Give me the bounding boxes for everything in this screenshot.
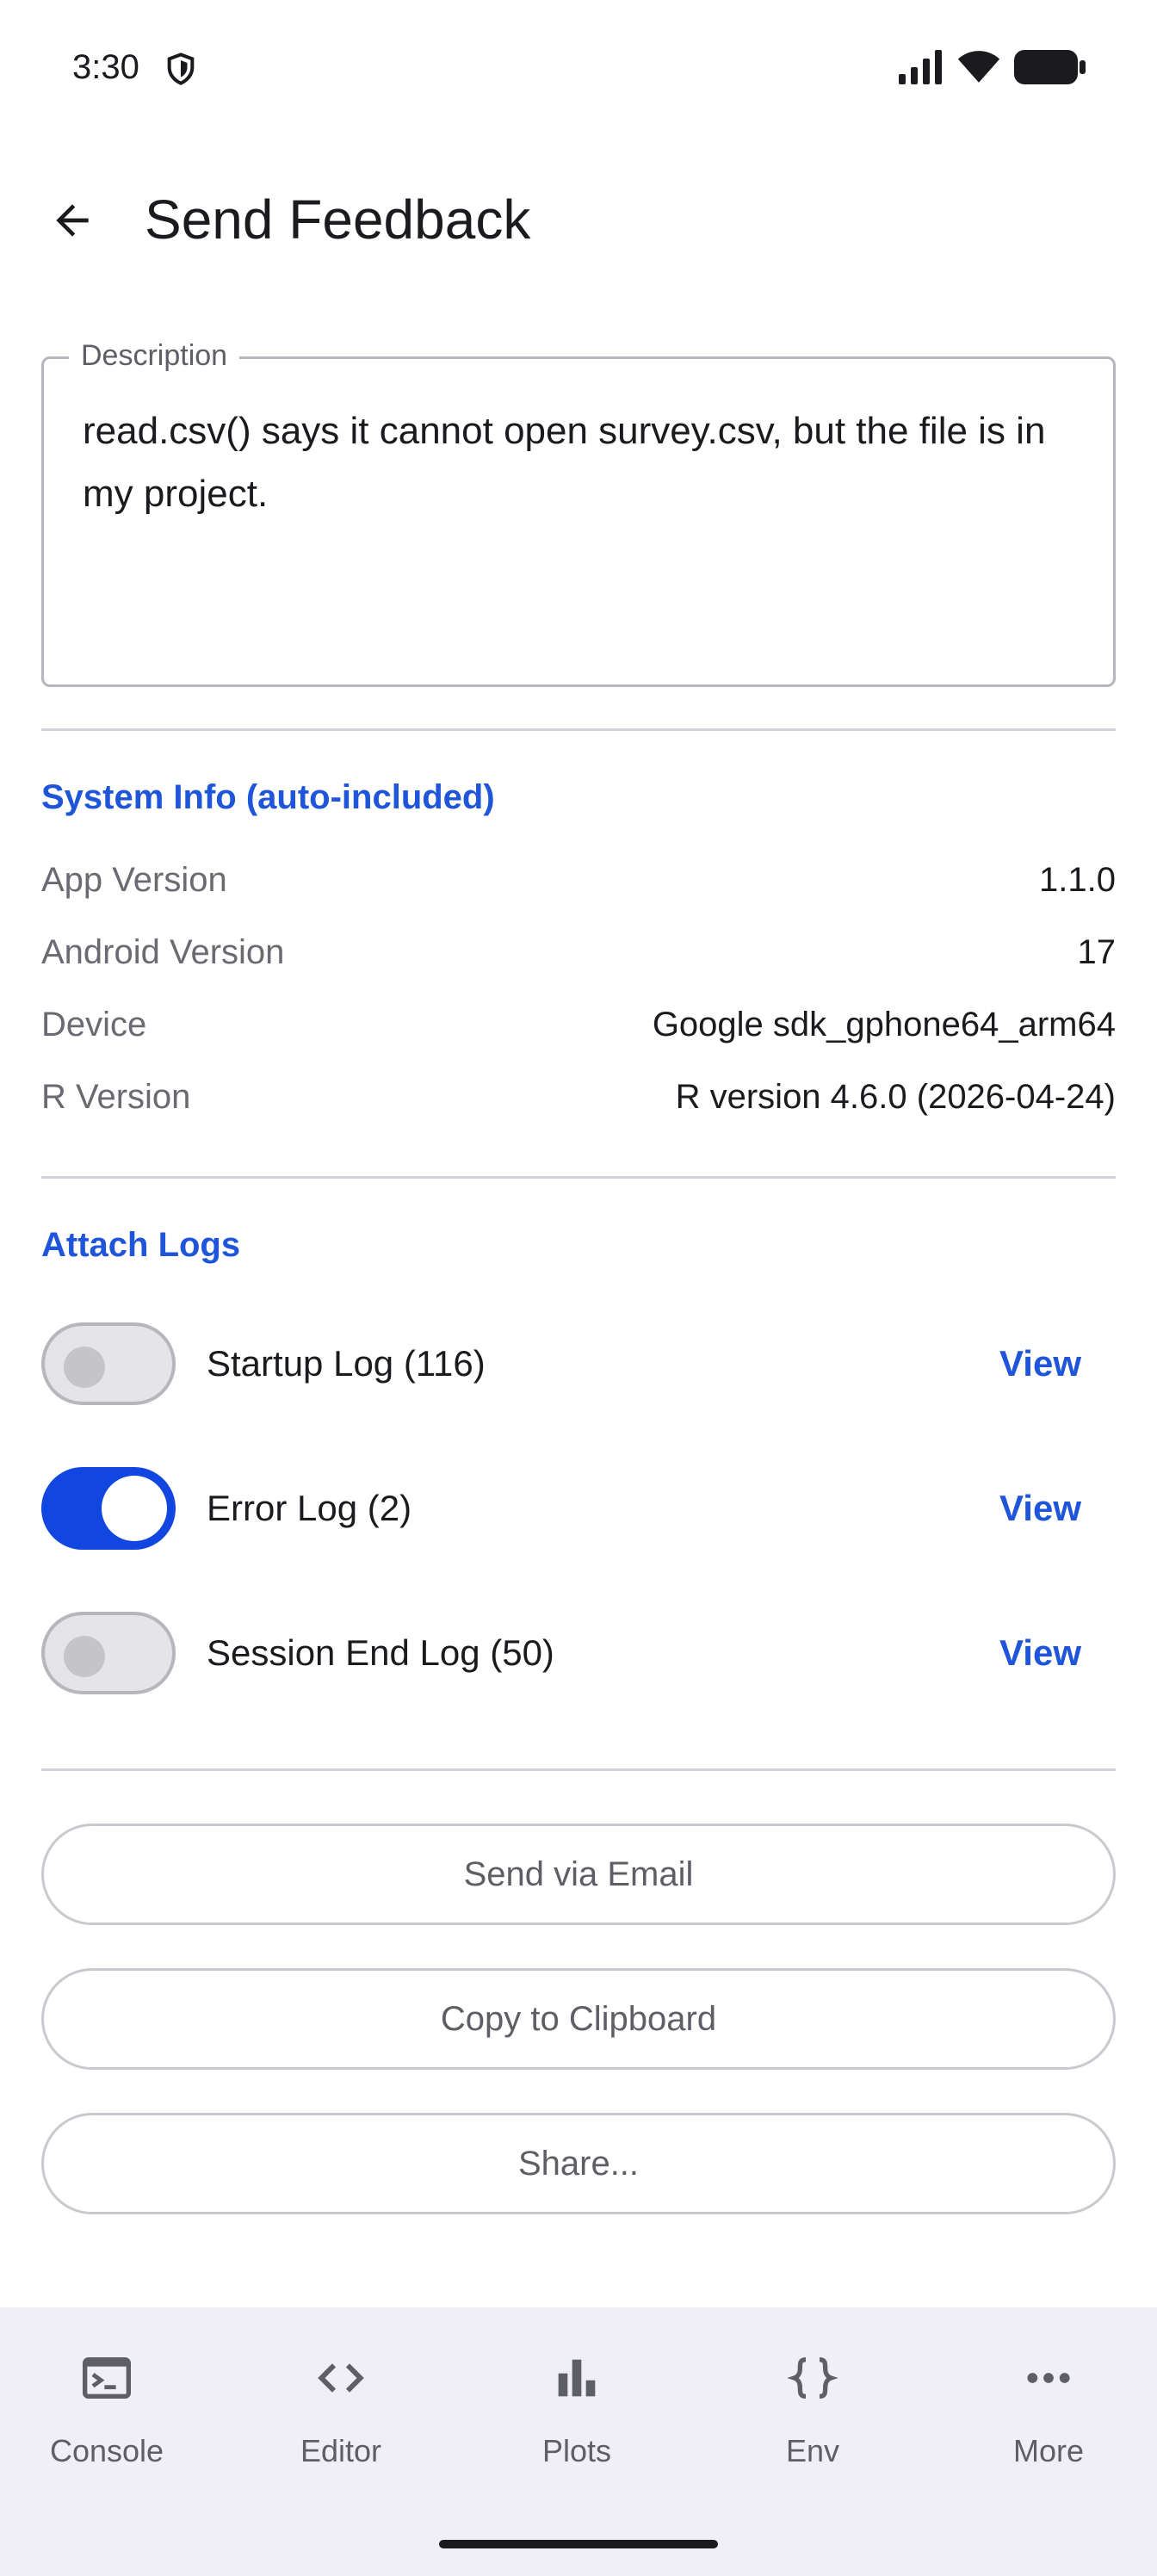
nav-item-editor[interactable]: Editor <box>246 2350 436 2497</box>
view-error-log-link[interactable]: View <box>999 1488 1081 1529</box>
info-row-app-version: App Version 1.1.0 <box>41 861 1116 913</box>
log-label: Startup Log (116) <box>207 1343 486 1384</box>
info-row-r-version: R Version R version 4.6.0 (2026-04-24) <box>41 1078 1116 1130</box>
terminal-icon <box>83 2357 131 2399</box>
log-row-startup: Startup Log (116) View <box>41 1322 1116 1409</box>
log-row-session-end: Session End Log (50) View <box>41 1612 1116 1698</box>
nav-item-env[interactable]: Env <box>718 2350 907 2497</box>
session-end-log-toggle[interactable] <box>41 1612 176 1694</box>
battery-icon <box>1014 50 1086 84</box>
info-row-android-version: Android Version 17 <box>41 933 1116 985</box>
log-row-error: Error Log (2) View <box>41 1467 1116 1553</box>
system-info-title: System Info (auto-included) <box>41 778 495 816</box>
page-title: Send Feedback <box>145 189 531 251</box>
toggle-knob <box>102 1476 167 1541</box>
status-time: 3:30 <box>72 48 139 86</box>
info-label: R Version <box>41 1078 191 1116</box>
home-indicator[interactable] <box>439 2540 718 2548</box>
info-value: 17 <box>1077 933 1117 971</box>
back-button[interactable] <box>40 188 105 253</box>
nav-item-more[interactable]: More <box>954 2350 1143 2497</box>
info-value: Google sdk_gphone64_arm64 <box>652 1006 1116 1043</box>
nav-label: More <box>1012 2433 1085 2468</box>
attach-logs-title: Attach Logs <box>41 1226 241 1264</box>
bar-chart-icon <box>558 2359 596 2397</box>
log-label: Error Log (2) <box>207 1488 412 1528</box>
info-value: 1.1.0 <box>1039 861 1116 899</box>
bottom-nav: Console Editor Plots Env More <box>0 2307 1157 2576</box>
divider <box>41 1176 1116 1179</box>
nav-item-console[interactable]: Console <box>12 2350 201 2497</box>
nav-label: Editor <box>300 2433 382 2468</box>
toggle-knob <box>64 1347 105 1388</box>
nav-label: Plots <box>541 2433 612 2468</box>
info-label: App Version <box>41 861 227 899</box>
code-icon <box>318 2363 364 2393</box>
nav-item-plots[interactable]: Plots <box>482 2350 671 2497</box>
toggle-knob <box>64 1636 105 1677</box>
nav-label: Console <box>49 2433 164 2468</box>
info-value: R version 4.6.0 (2026-04-24) <box>675 1078 1116 1116</box>
copy-to-clipboard-button[interactable]: Copy to Clipboard <box>41 1968 1116 2070</box>
divider <box>41 1768 1116 1771</box>
info-label: Android Version <box>41 933 285 971</box>
more-horiz-icon <box>1027 2373 1070 2383</box>
cell-signal-icon <box>899 50 942 84</box>
send-via-email-button[interactable]: Send via Email <box>41 1824 1116 1925</box>
error-log-toggle[interactable] <box>41 1467 176 1550</box>
view-startup-log-link[interactable]: View <box>999 1343 1081 1384</box>
description-input[interactable]: read.csv() says it cannot open survey.cs… <box>83 399 1073 525</box>
description-label: Description <box>69 339 240 373</box>
wifi-icon <box>957 51 1000 83</box>
startup-log-toggle[interactable] <box>41 1322 176 1405</box>
share-button[interactable]: Share... <box>41 2113 1116 2214</box>
info-row-device: Device Google sdk_gphone64_arm64 <box>41 1006 1116 1057</box>
info-label: Device <box>41 1006 147 1043</box>
shield-icon <box>167 53 195 85</box>
arrow-back-icon <box>56 204 89 237</box>
divider <box>41 728 1116 731</box>
app-bar: Send Feedback <box>0 164 1157 276</box>
braces-icon <box>787 2357 838 2399</box>
status-bar: 3:30 <box>0 0 1157 138</box>
view-session-end-log-link[interactable]: View <box>999 1632 1081 1674</box>
log-label: Session End Log (50) <box>207 1632 554 1673</box>
nav-label: Env <box>785 2433 840 2468</box>
